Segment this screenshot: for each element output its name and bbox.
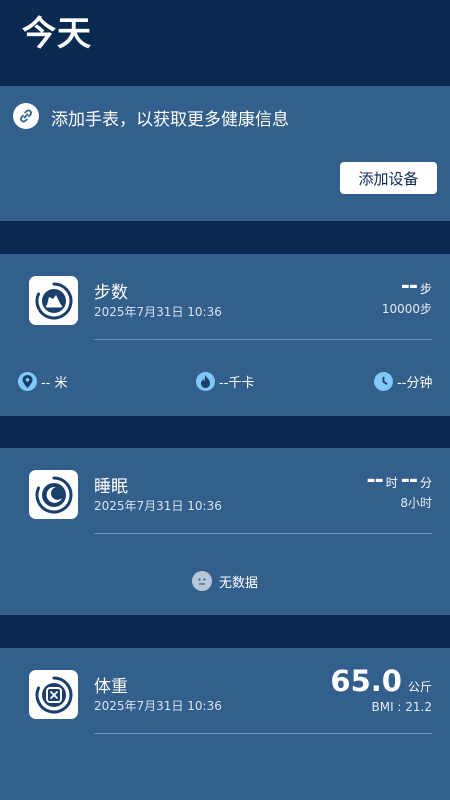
divider [94,533,432,534]
sleep-card[interactable]: 睡眠 2025年7月31日 10:36 -- 时 -- 分 8小时 无数据 [0,448,450,615]
clock-icon [374,372,393,391]
calories-value: --千卡 [219,376,255,391]
weight-timestamp: 2025年7月31日 10:36 [94,699,222,713]
sleep-minutes-unit: 分 [419,476,432,490]
sleep-goal: 8小时 [400,496,432,510]
weight-unit: 公斤 [407,680,432,694]
sleep-app-icon [29,470,78,519]
add-watch-card: 添加手表，以获取更多健康信息 添加设备 [0,86,450,221]
weight-value: 65.0 [330,664,402,698]
location-pin-icon [18,372,37,391]
steps-app-icon [29,276,78,325]
sleep-value-block: -- 时 -- 分 8小时 [366,470,432,511]
weight-app-icon [29,670,78,719]
steps-timestamp: 2025年7月31日 10:36 [94,305,222,319]
page-title: 今天 [22,14,92,54]
calories-stat: --千卡 [196,372,254,391]
steps-goal: 10000步 [381,302,432,316]
weight-value-block: 65.0 公斤 BMI : 21.2 [330,664,432,714]
distance-stat: -- 米 [18,372,68,391]
duration-stat: --分钟 [374,372,432,391]
weight-title: 体重 [94,677,128,697]
weight-card[interactable]: 体重 2025年7月31日 10:36 65.0 公斤 BMI : 21.2 [0,648,450,800]
steps-card[interactable]: 步数 2025年7月31日 10:36 -- 步 10000步 -- 米 --千… [0,254,450,416]
shoe-icon [35,282,72,319]
flame-icon [196,372,215,391]
scale-icon [35,676,72,713]
sleep-hours-value: -- [366,468,383,493]
app-header: 今天 [0,0,450,54]
no-data-text: 无数据 [218,575,258,591]
sad-face-icon [191,571,212,591]
divider [94,733,432,734]
add-device-button[interactable]: 添加设备 [340,162,437,194]
steps-value: -- [400,274,418,299]
duration-value: --分钟 [397,376,433,391]
sleep-empty-state: 无数据 [0,571,450,591]
moon-icon [35,476,72,513]
distance-value: -- 米 [41,376,68,391]
link-icon [13,103,39,129]
weight-bmi: BMI : 21.2 [371,700,432,714]
steps-value-block: -- 步 10000步 [382,276,432,317]
sleep-hours-unit: 时 [385,476,398,490]
divider [94,339,432,340]
add-watch-message: 添加手表，以获取更多健康信息 [51,110,289,130]
steps-unit: 步 [419,282,432,296]
steps-title: 步数 [94,283,128,303]
sleep-minutes-value: -- [400,468,418,493]
sleep-title: 睡眠 [94,477,128,497]
sleep-timestamp: 2025年7月31日 10:36 [94,499,222,513]
